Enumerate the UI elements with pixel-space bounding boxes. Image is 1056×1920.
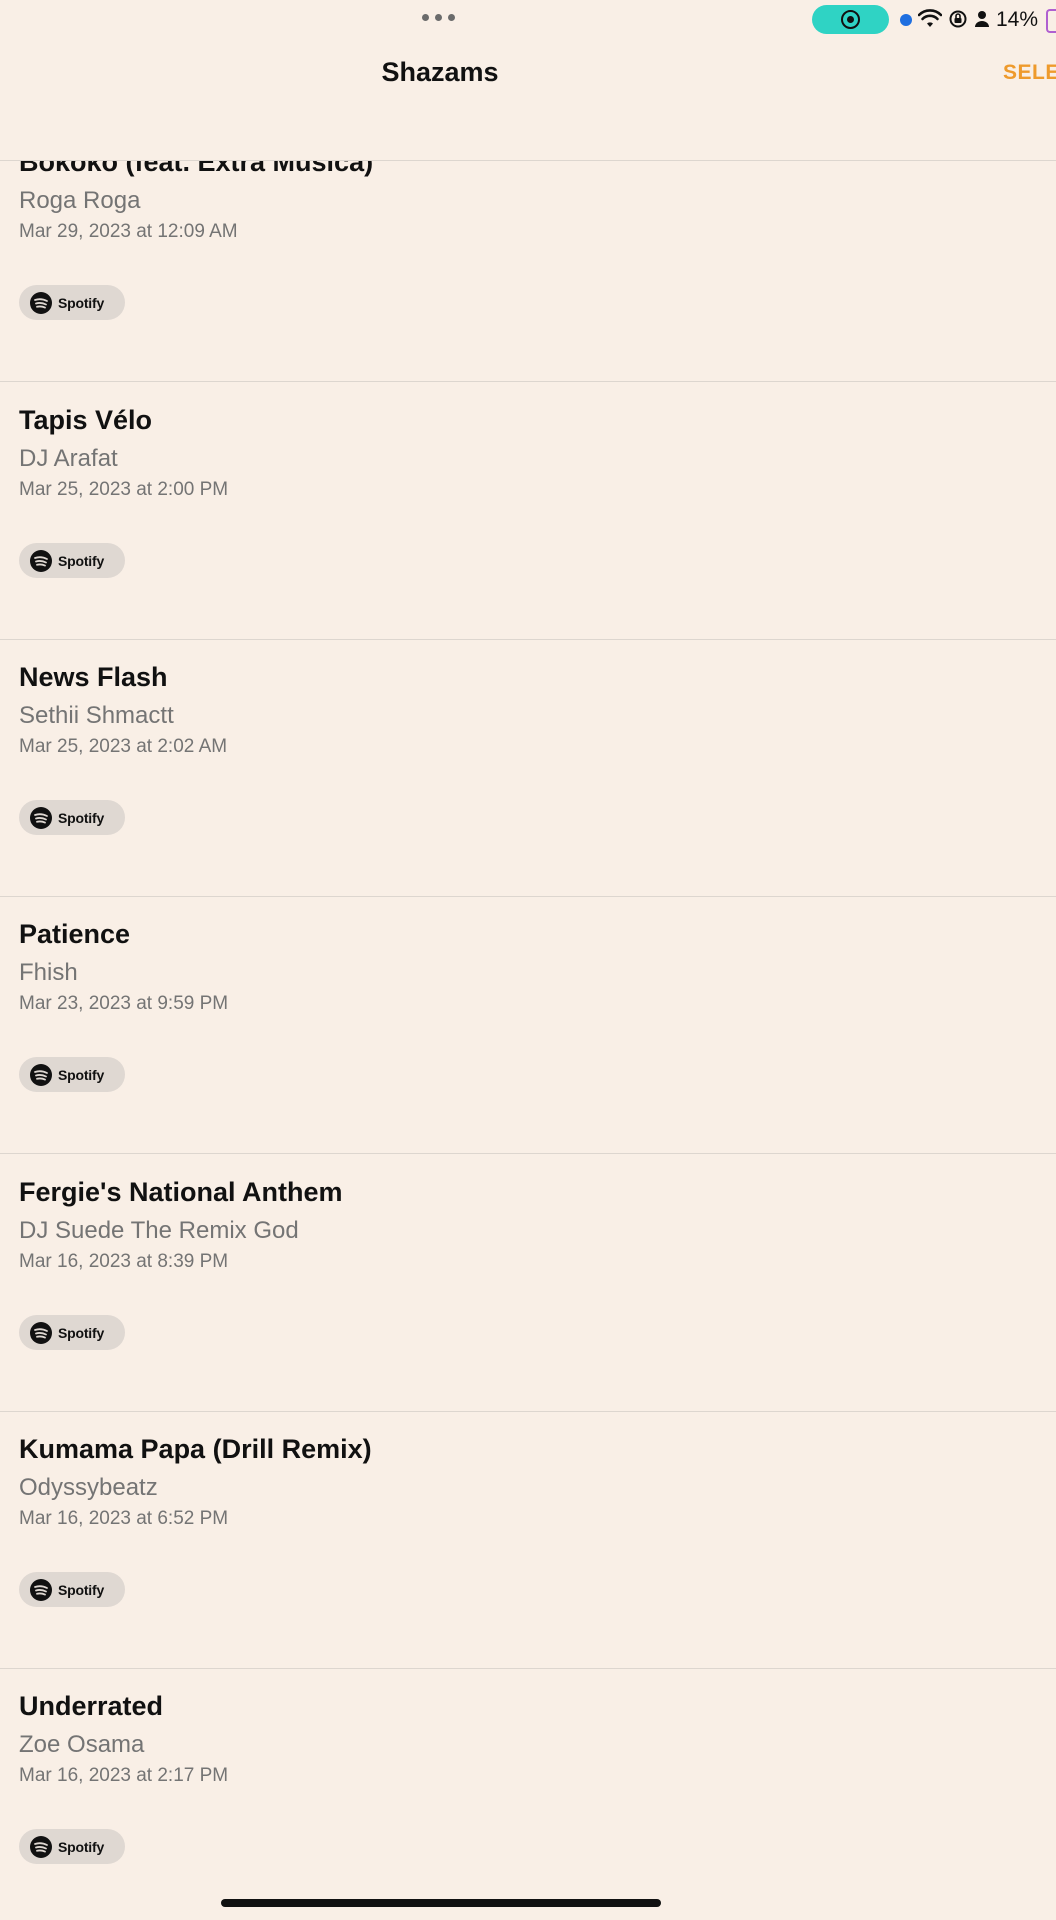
song-title: Underrated [19,1691,164,1721]
spotify-label: Spotify [58,1581,105,1598]
spotify-label: Spotify [58,294,105,311]
list-item[interactable]: Fergie's National Anthem DJ Suede The Re… [0,1153,1056,1412]
song-artist: Fhish [19,959,78,986]
song-title: News Flash [19,662,168,692]
song-title: Patience [19,919,131,949]
song-artist: Sethii Shmactt [19,702,174,729]
spotify-button[interactable]: Spotify [19,1057,125,1092]
spotify-button[interactable]: Spotify [19,285,125,320]
song-title: Kumama Papa (Drill Remix) [19,1434,372,1464]
select-button[interactable]: SELE [1003,61,1056,85]
song-title: Fergie's National Anthem [19,1177,343,1207]
song-date: Mar 25, 2023 at 2:00 PM [19,479,229,500]
spotify-label: Spotify [58,1838,105,1855]
spotify-button[interactable]: Spotify [19,543,125,578]
song-date: Mar 29, 2023 at 12:09 AM [19,221,238,242]
list-item[interactable]: Kumama Papa (Drill Remix) Odyssybeatz Ma… [0,1410,1056,1669]
song-title: Tapis Vélo [19,405,153,435]
song-date: Mar 23, 2023 at 9:59 PM [19,993,229,1014]
song-date: Mar 25, 2023 at 2:02 AM [19,736,228,757]
spotify-button[interactable]: Spotify [19,1572,125,1607]
song-artist: Roga Roga [19,187,141,214]
spotify-label: Spotify [58,809,105,826]
spotify-icon [30,549,52,572]
nav-bar: Shazams SELE [0,40,1056,161]
list-item[interactable]: Patience Fhish Mar 23, 2023 at 9:59 PM S… [0,895,1056,1154]
spotify-button[interactable]: Spotify [19,1829,125,1864]
spotify-icon [30,291,52,314]
spotify-icon [30,1835,52,1858]
spotify-button[interactable]: Spotify [19,800,125,835]
page-title: Shazams [381,57,499,87]
spotify-label: Spotify [58,1324,105,1341]
list-item[interactable]: Underrated Zoe Osama Mar 16, 2023 at 2:1… [0,1667,1056,1920]
song-artist: DJ Arafat [19,445,118,472]
song-artist: Odyssybeatz [19,1474,158,1501]
spotify-icon [30,806,52,829]
song-date: Mar 16, 2023 at 8:39 PM [19,1251,229,1272]
song-date: Mar 16, 2023 at 2:17 PM [19,1765,229,1786]
spotify-icon [30,1578,52,1601]
home-indicator[interactable] [221,1899,661,1907]
song-artist: DJ Suede The Remix God [19,1217,299,1244]
spotify-icon [30,1063,52,1086]
spotify-button[interactable]: Spotify [19,1315,125,1350]
list-item[interactable]: News Flash Sethii Shmactt Mar 25, 2023 a… [0,638,1056,897]
song-date: Mar 16, 2023 at 6:52 PM [19,1508,229,1529]
list-item[interactable]: Tapis Vélo DJ Arafat Mar 25, 2023 at 2:0… [0,381,1056,640]
spotify-label: Spotify [58,552,105,569]
spotify-icon [30,1321,52,1344]
list-item[interactable]: Bokoko (feat. Extra Musica) Roga Roga Ma… [0,123,1056,382]
shazam-list[interactable]: Bokoko (feat. Extra Musica) Roga Roga Ma… [0,0,1056,1920]
spotify-label: Spotify [58,1066,105,1083]
song-artist: Zoe Osama [19,1731,145,1758]
